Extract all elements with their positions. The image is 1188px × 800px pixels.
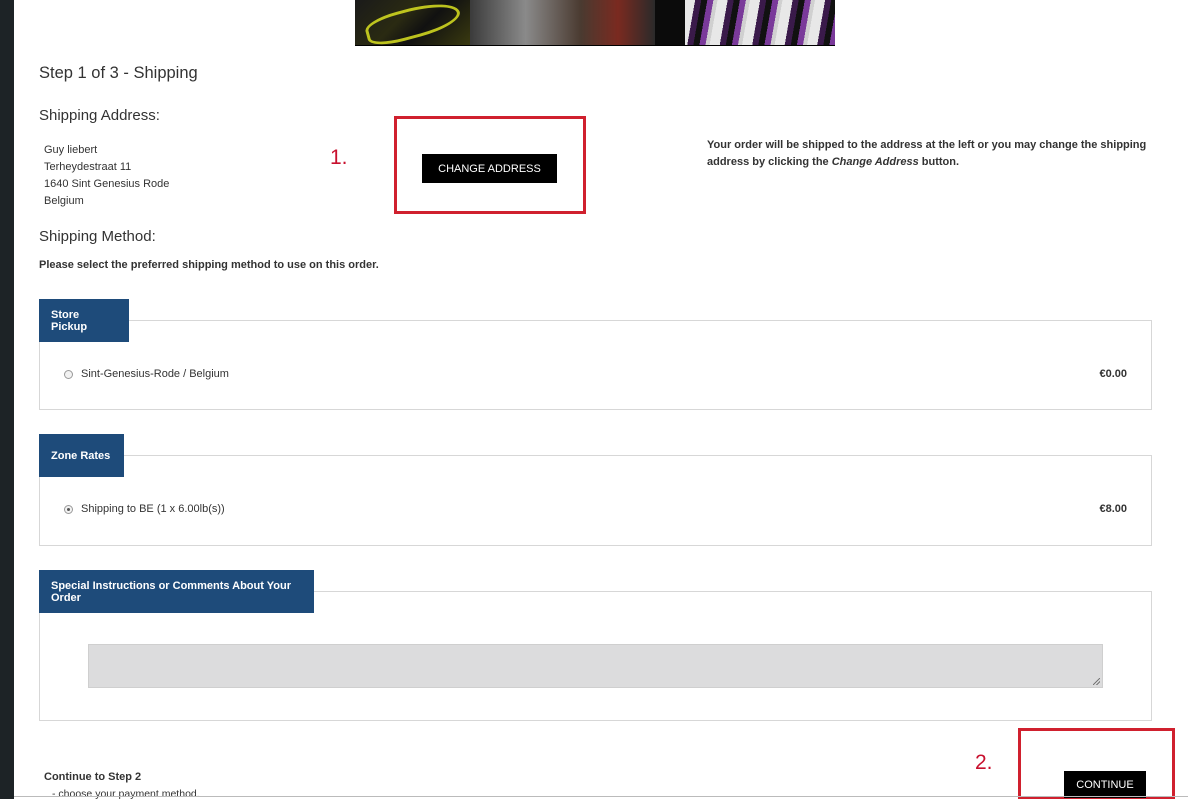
- change-address-button[interactable]: CHANGE ADDRESS: [422, 154, 557, 183]
- store-pickup-legend: Store Pickup: [39, 299, 129, 342]
- continue-step-sub: - choose your payment method.: [52, 788, 200, 800]
- comments-textarea[interactable]: [88, 644, 1103, 688]
- annotation-number-1: 1.: [330, 146, 348, 169]
- continue-step-label: Continue to Step 2: [44, 771, 142, 783]
- store-pickup-price: €0.00: [1099, 368, 1127, 380]
- store-pickup-option[interactable]: Sint-Genesius-Rode / Belgium: [64, 368, 229, 380]
- banner-segment: [655, 0, 685, 45]
- page-left-bar: [0, 0, 14, 799]
- page-title: Step 1 of 3 - Shipping: [39, 64, 198, 82]
- address-street: Terheydestraat 11: [44, 161, 132, 173]
- zone-rates-price: €8.00: [1099, 503, 1127, 515]
- header-banner-image: [355, 0, 835, 46]
- annotation-number-2: 2.: [975, 751, 993, 774]
- address-city: 1640 Sint Genesius Rode: [44, 178, 170, 190]
- shipping-address-heading: Shipping Address:: [39, 107, 160, 124]
- address-country: Belgium: [44, 195, 84, 207]
- note-text: button.: [918, 156, 960, 168]
- shipping-address-block: Guy liebert Terheydestraat 11 1640 Sint …: [44, 142, 169, 210]
- shipping-method-heading: Shipping Method:: [39, 228, 156, 245]
- page-bottom-divider: [14, 796, 1188, 797]
- banner-segment: [685, 0, 835, 45]
- address-name: Guy liebert: [44, 144, 98, 156]
- zone-rates-option[interactable]: Shipping to BE (1 x 6.00lb(s)): [64, 503, 225, 515]
- banner-segment: [470, 0, 655, 45]
- banner-segment: [355, 0, 470, 45]
- option-label: Shipping to BE (1 x 6.00lb(s)): [81, 503, 225, 515]
- option-label: Sint-Genesius-Rode / Belgium: [81, 368, 229, 380]
- store-pickup-panel: [39, 320, 1152, 410]
- shipping-method-note: Please select the preferred shipping met…: [39, 259, 379, 271]
- radio-button-selected[interactable]: [64, 504, 73, 514]
- radio-button[interactable]: [64, 369, 73, 379]
- continue-button[interactable]: CONTINUE: [1064, 771, 1146, 798]
- zone-rates-panel: [39, 455, 1152, 546]
- note-emphasis: Change Address: [831, 156, 919, 168]
- shipping-address-note: Your order will be shipped to the addres…: [707, 137, 1152, 171]
- comments-legend: Special Instructions or Comments About Y…: [39, 570, 314, 613]
- zone-rates-legend: Zone Rates: [39, 434, 124, 477]
